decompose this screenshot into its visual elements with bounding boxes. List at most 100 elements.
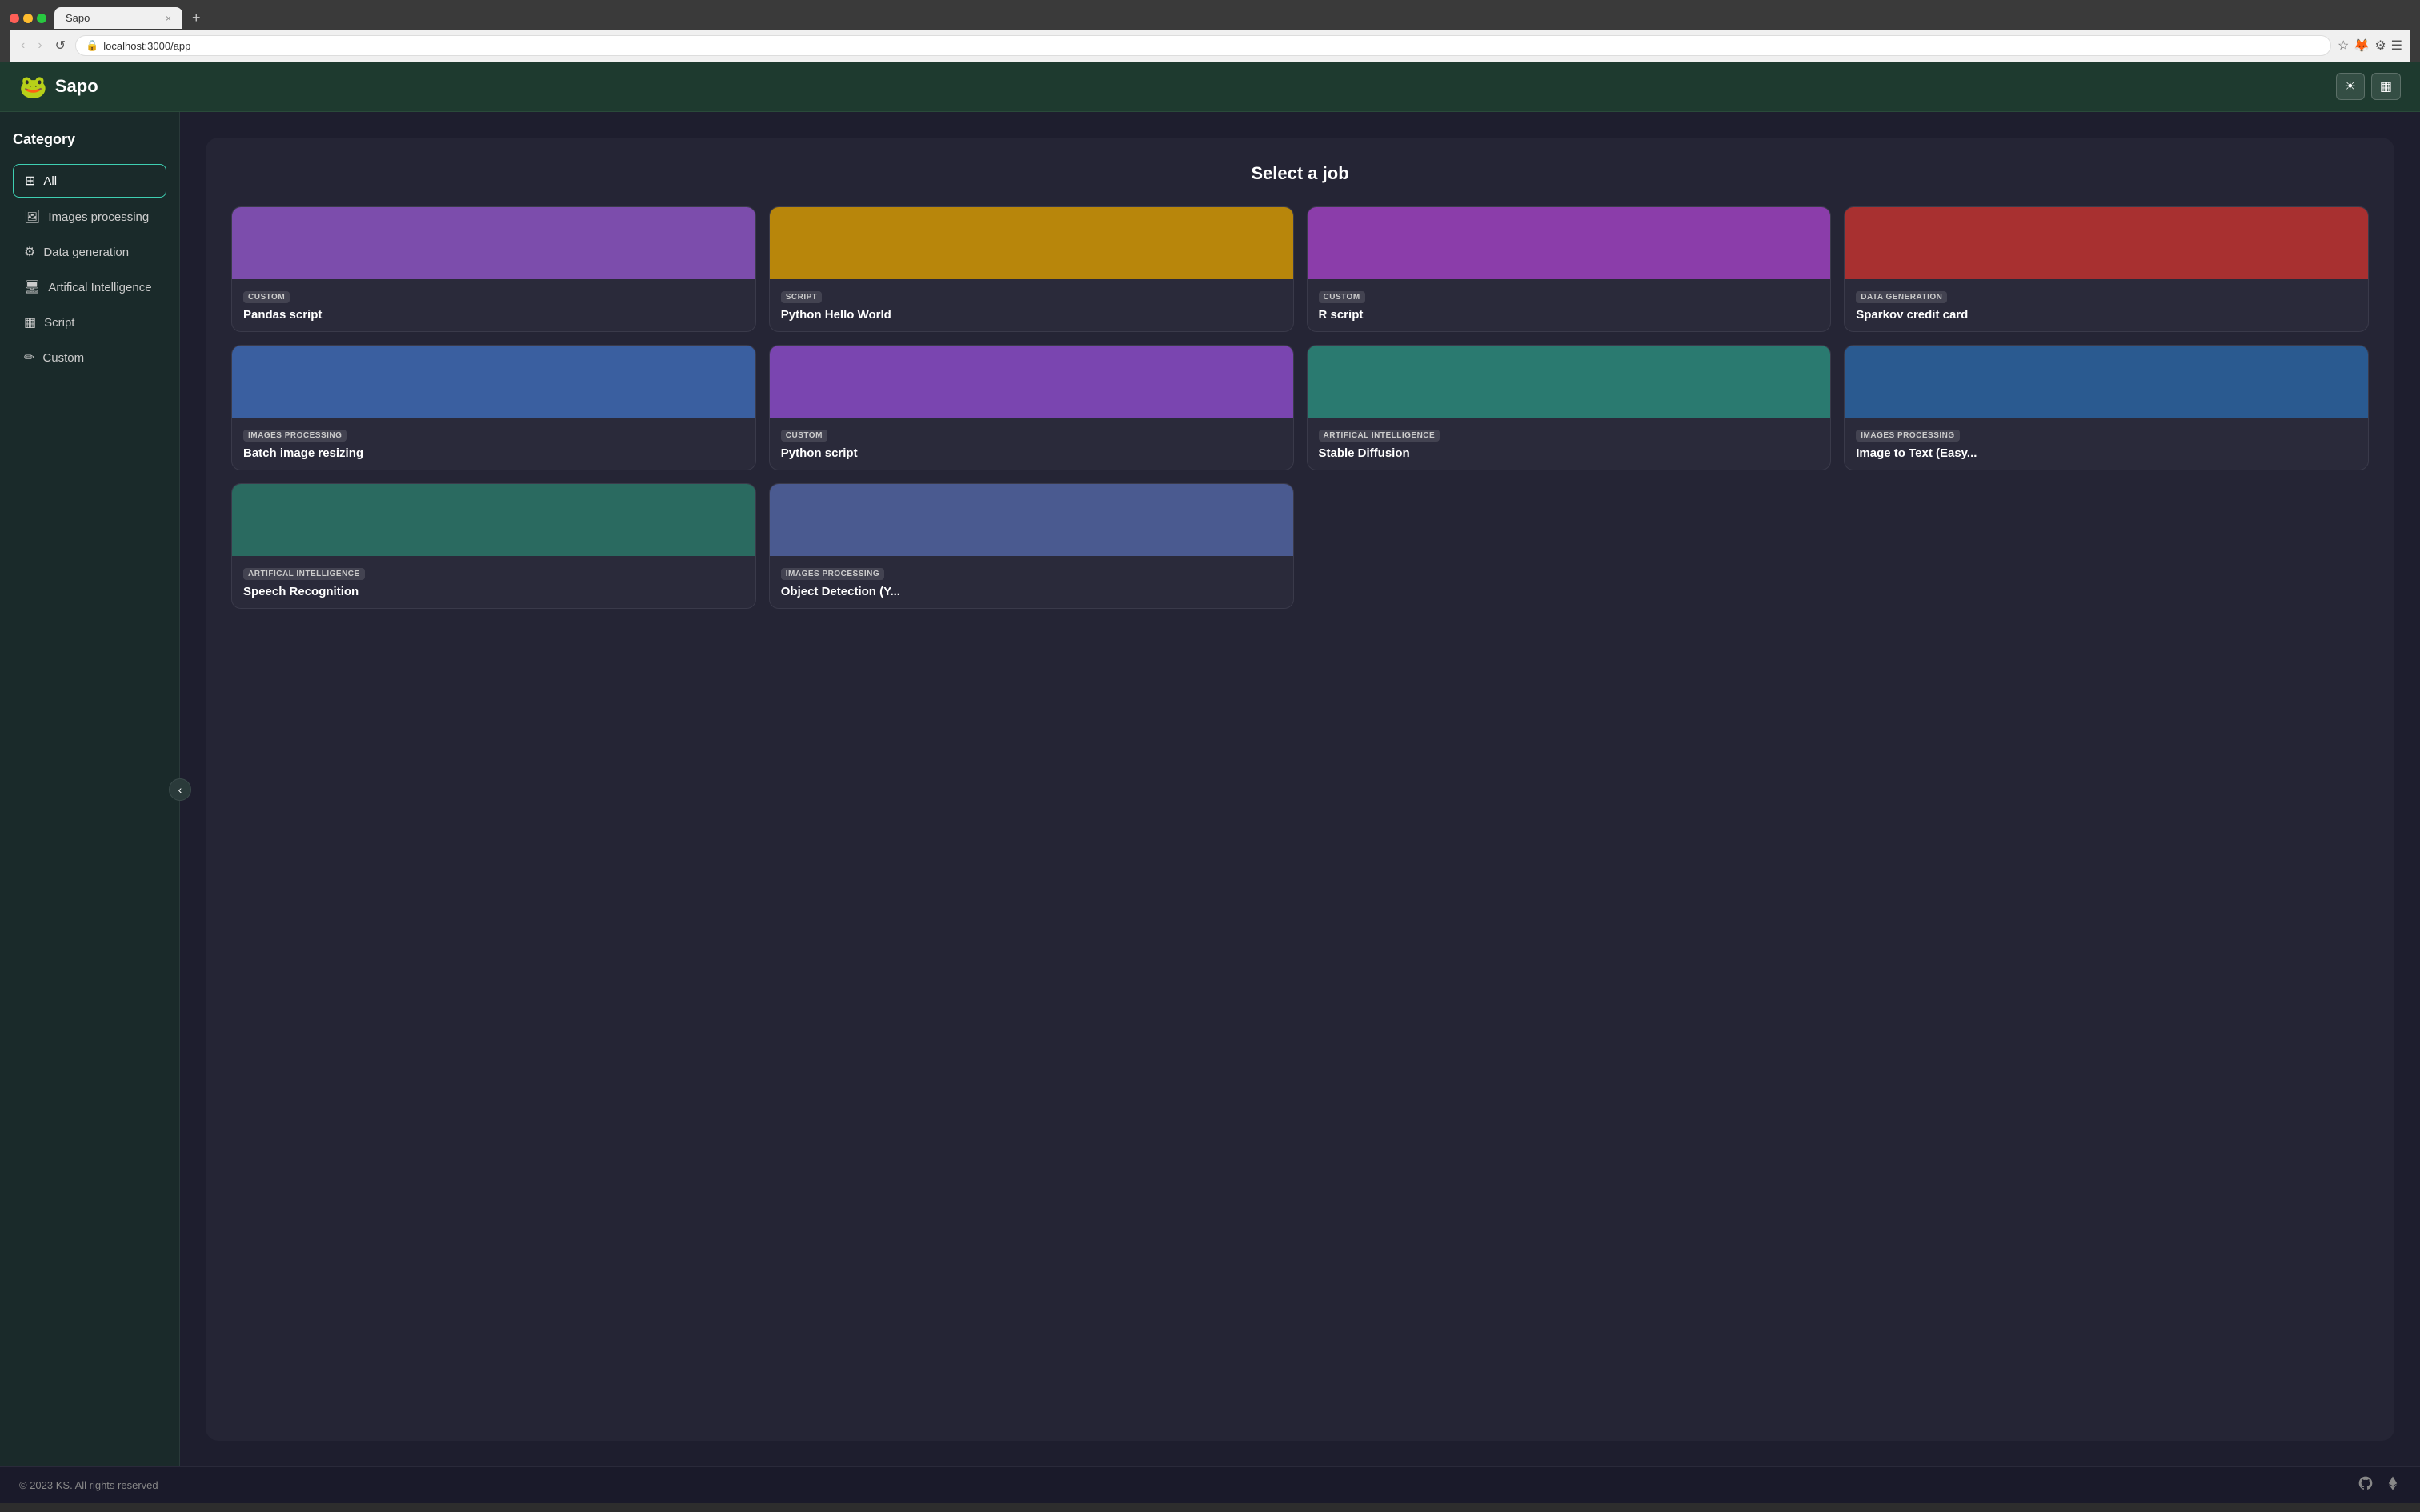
job-card-badge-9: ARTIFICAL INTELLIGENCE: [243, 568, 365, 580]
job-card-image-to-text[interactable]: IMAGES PROCESSING Image to Text (Easy...: [1844, 345, 2369, 470]
new-tab-button[interactable]: +: [186, 6, 207, 30]
job-card-title-2: Python Hello World: [781, 308, 1282, 322]
app: 🐸 Sapo ☀ ▦ Category ⊞ All 🖼 Images proce…: [0, 62, 2420, 1503]
sidebar-item-script[interactable]: ▦ Script: [13, 306, 166, 338]
extension-icon[interactable]: 🦊: [2354, 38, 2370, 54]
menu-icon[interactable]: ☰: [2391, 38, 2402, 54]
job-card-image-3: [1308, 207, 1831, 279]
job-card-batch-image-resizing[interactable]: IMAGES PROCESSING Batch image resizing: [231, 345, 756, 470]
job-card-badge-7: ARTIFICAL INTELLIGENCE: [1319, 430, 1440, 442]
security-icon: 🔒: [86, 39, 98, 52]
ethereum-icon[interactable]: [2385, 1475, 2401, 1495]
job-card-body-7: ARTIFICAL INTELLIGENCE Stable Diffusion: [1308, 418, 1831, 470]
maximize-dot[interactable]: [37, 14, 46, 23]
address-bar[interactable]: 🔒 localhost:3000/app: [75, 35, 2331, 56]
sidebar-item-ai-label: Artifical Intelligence: [48, 281, 151, 294]
job-card-image-9: [232, 484, 755, 556]
job-card-title-9: Speech Recognition: [243, 585, 744, 598]
github-icon[interactable]: [2358, 1475, 2374, 1495]
job-card-image-10: [770, 484, 1293, 556]
toolbar-actions: ☆ 🦊 ⚙ ☰: [2338, 38, 2402, 54]
job-card-title-7: Stable Diffusion: [1319, 446, 1820, 460]
job-card-badge-6: CUSTOM: [781, 430, 827, 442]
job-card-badge-3: CUSTOM: [1319, 291, 1365, 303]
sidebar-item-images-processing[interactable]: 🖼 Images processing: [13, 201, 166, 233]
job-card-body-1: CUSTOM Pandas script: [232, 279, 755, 331]
job-card-body-10: IMAGES PROCESSING Object Detection (Y...: [770, 556, 1293, 608]
app-logo: 🐸 Sapo: [19, 74, 98, 100]
job-card-badge-8: IMAGES PROCESSING: [1856, 430, 1959, 442]
sidebar: Category ⊞ All 🖼 Images processing ⚙ Dat…: [0, 112, 180, 1466]
job-card-body-6: CUSTOM Python script: [770, 418, 1293, 470]
job-card-title-6: Python script: [781, 446, 1282, 460]
job-grid: CUSTOM Pandas script SCRIPT Python Hello…: [231, 206, 2369, 609]
nav-reload-button[interactable]: ↺: [52, 34, 69, 57]
job-card-badge-5: IMAGES PROCESSING: [243, 430, 347, 442]
bookmark-icon[interactable]: ☆: [2338, 38, 2349, 54]
tab-close-button[interactable]: ×: [166, 13, 171, 24]
tab-title: Sapo: [66, 12, 90, 24]
job-card-badge-2: SCRIPT: [781, 291, 823, 303]
job-card-body-3: CUSTOM R script: [1308, 279, 1831, 331]
minimize-dot[interactable]: [23, 14, 33, 23]
job-card-pandas-script[interactable]: CUSTOM Pandas script: [231, 206, 756, 332]
app-footer: © 2023 KS. All rights reserved: [0, 1466, 2420, 1503]
sidebar-item-artificial-intelligence[interactable]: 🖥 Artifical Intelligence: [13, 271, 166, 303]
job-card-badge-1: CUSTOM: [243, 291, 290, 303]
sidebar-item-script-label: Script: [44, 316, 74, 330]
browser-tabs: Sapo × +: [10, 6, 2410, 30]
logo-text: Sapo: [55, 76, 98, 97]
header-actions: ☀ ▦: [2336, 73, 2401, 100]
browser-chrome: Sapo × + ‹ › ↺ 🔒 localhost:3000/app ☆ 🦊 …: [0, 0, 2420, 62]
job-card-python-hello-world[interactable]: SCRIPT Python Hello World: [769, 206, 1294, 332]
sidebar-item-data-generation[interactable]: ⚙ Data generation: [13, 236, 166, 268]
job-card-image-1: [232, 207, 755, 279]
sidebar-collapse-button[interactable]: ‹: [169, 778, 191, 801]
app-header: 🐸 Sapo ☀ ▦: [0, 62, 2420, 112]
job-card-object-detection[interactable]: IMAGES PROCESSING Object Detection (Y...: [769, 483, 1294, 609]
grid-view-button[interactable]: ▦: [2371, 73, 2401, 100]
ai-icon: 🖥: [24, 279, 40, 295]
job-card-title-4: Sparkov credit card: [1856, 308, 2357, 322]
footer-icons: [2358, 1475, 2401, 1495]
job-card-image-4: [1845, 207, 2368, 279]
job-card-image-7: [1308, 346, 1831, 418]
sidebar-title: Category: [13, 131, 166, 148]
browser-tab-active[interactable]: Sapo ×: [54, 7, 182, 29]
job-card-body-9: ARTIFICAL INTELLIGENCE Speech Recognitio…: [232, 556, 755, 608]
sidebar-item-custom-label: Custom: [42, 351, 84, 365]
sidebar-item-custom[interactable]: ✏ Custom: [13, 342, 166, 374]
job-card-badge-4: DATA GENERATION: [1856, 291, 1947, 303]
sidebar-item-all-label: All: [43, 174, 57, 188]
job-card-title-5: Batch image resizing: [243, 446, 744, 460]
sidebar-item-all[interactable]: ⊞ All: [13, 164, 166, 198]
all-icon: ⊞: [25, 173, 35, 189]
job-card-title-8: Image to Text (Easy...: [1856, 446, 2357, 460]
job-card-body-4: DATA GENERATION Sparkov credit card: [1845, 279, 2368, 331]
job-card-sparkov-credit[interactable]: DATA GENERATION Sparkov credit card: [1844, 206, 2369, 332]
logo-emoji: 🐸: [19, 74, 47, 100]
theme-toggle-button[interactable]: ☀: [2336, 73, 2365, 100]
job-card-image-5: [232, 346, 755, 418]
extension2-icon[interactable]: ⚙: [2374, 38, 2386, 54]
script-icon: ▦: [24, 314, 36, 330]
page-title: Select a job: [231, 163, 2369, 184]
job-card-speech-recognition[interactable]: ARTIFICAL INTELLIGENCE Speech Recognitio…: [231, 483, 756, 609]
job-card-image-2: [770, 207, 1293, 279]
job-card-stable-diffusion[interactable]: ARTIFICAL INTELLIGENCE Stable Diffusion: [1307, 345, 1832, 470]
main-content: Select a job CUSTOM Pandas script: [180, 112, 2420, 1466]
close-dot[interactable]: [10, 14, 19, 23]
nav-forward-button[interactable]: ›: [34, 35, 45, 56]
sidebar-item-images-label: Images processing: [48, 210, 149, 224]
job-card-body-8: IMAGES PROCESSING Image to Text (Easy...: [1845, 418, 2368, 470]
job-card-badge-10: IMAGES PROCESSING: [781, 568, 884, 580]
job-card-title-1: Pandas script: [243, 308, 744, 322]
job-card-image-6: [770, 346, 1293, 418]
job-card-r-script[interactable]: CUSTOM R script: [1307, 206, 1832, 332]
job-card-title-10: Object Detection (Y...: [781, 585, 1282, 598]
job-selection-panel: Select a job CUSTOM Pandas script: [206, 138, 2394, 1441]
nav-back-button[interactable]: ‹: [18, 35, 28, 56]
images-icon: 🖼: [24, 209, 40, 225]
job-card-python-script[interactable]: CUSTOM Python script: [769, 345, 1294, 470]
job-card-body-2: SCRIPT Python Hello World: [770, 279, 1293, 331]
